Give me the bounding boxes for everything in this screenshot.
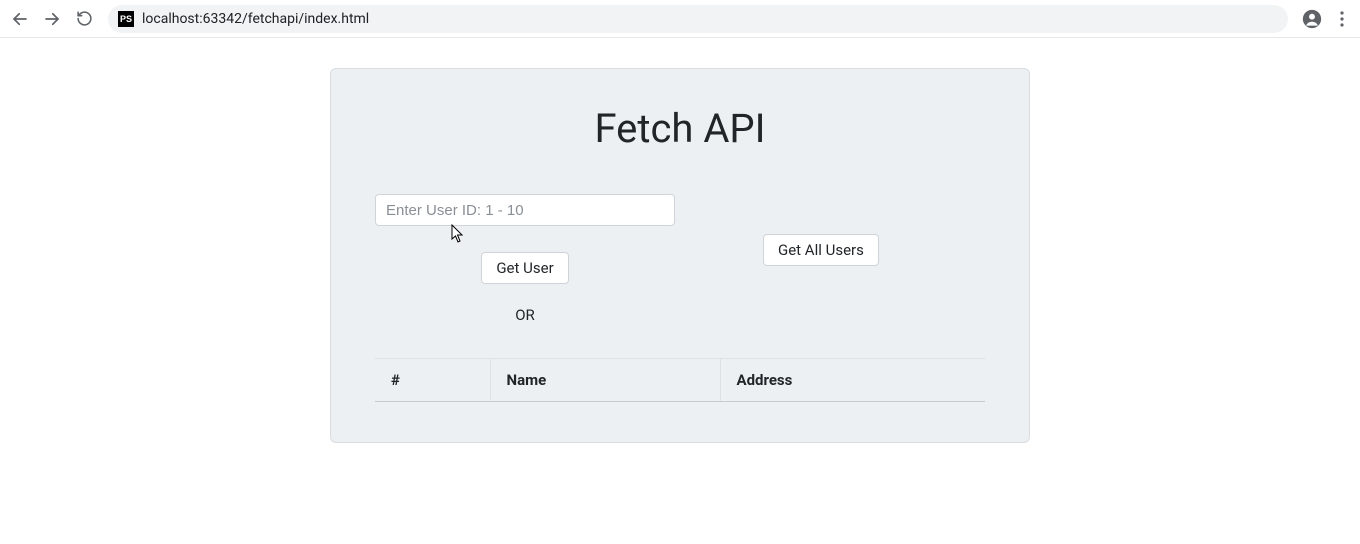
- url-text: localhost:63342/fetchapi/index.html: [142, 11, 369, 27]
- browser-toolbar: PS localhost:63342/fetchapi/index.html: [0, 0, 1360, 38]
- controls-row: Get User OR Get All Users: [375, 194, 985, 324]
- user-id-input[interactable]: [375, 194, 675, 226]
- column-header-id: #: [375, 359, 490, 402]
- users-table: # Name Address: [375, 358, 985, 402]
- column-header-address: Address: [720, 359, 985, 402]
- page-title: Fetch API: [375, 105, 985, 152]
- or-separator: OR: [515, 306, 535, 324]
- kebab-menu-icon[interactable]: [1330, 5, 1354, 33]
- column-header-name: Name: [490, 359, 720, 402]
- content-area: Fetch API Get User OR Get All Users # Na…: [0, 38, 1360, 443]
- forward-button[interactable]: [38, 5, 66, 33]
- reload-button[interactable]: [70, 5, 98, 33]
- get-user-button[interactable]: Get User: [481, 252, 568, 284]
- favicon-icon: PS: [118, 11, 134, 27]
- profile-icon[interactable]: [1298, 5, 1326, 33]
- single-user-column: Get User OR: [375, 194, 675, 324]
- get-all-users-button[interactable]: Get All Users: [763, 234, 879, 266]
- main-card: Fetch API Get User OR Get All Users # Na…: [330, 68, 1030, 443]
- address-bar[interactable]: PS localhost:63342/fetchapi/index.html: [108, 5, 1288, 33]
- back-button[interactable]: [6, 5, 34, 33]
- all-users-column: Get All Users: [763, 194, 879, 266]
- table-header-row: # Name Address: [375, 359, 985, 402]
